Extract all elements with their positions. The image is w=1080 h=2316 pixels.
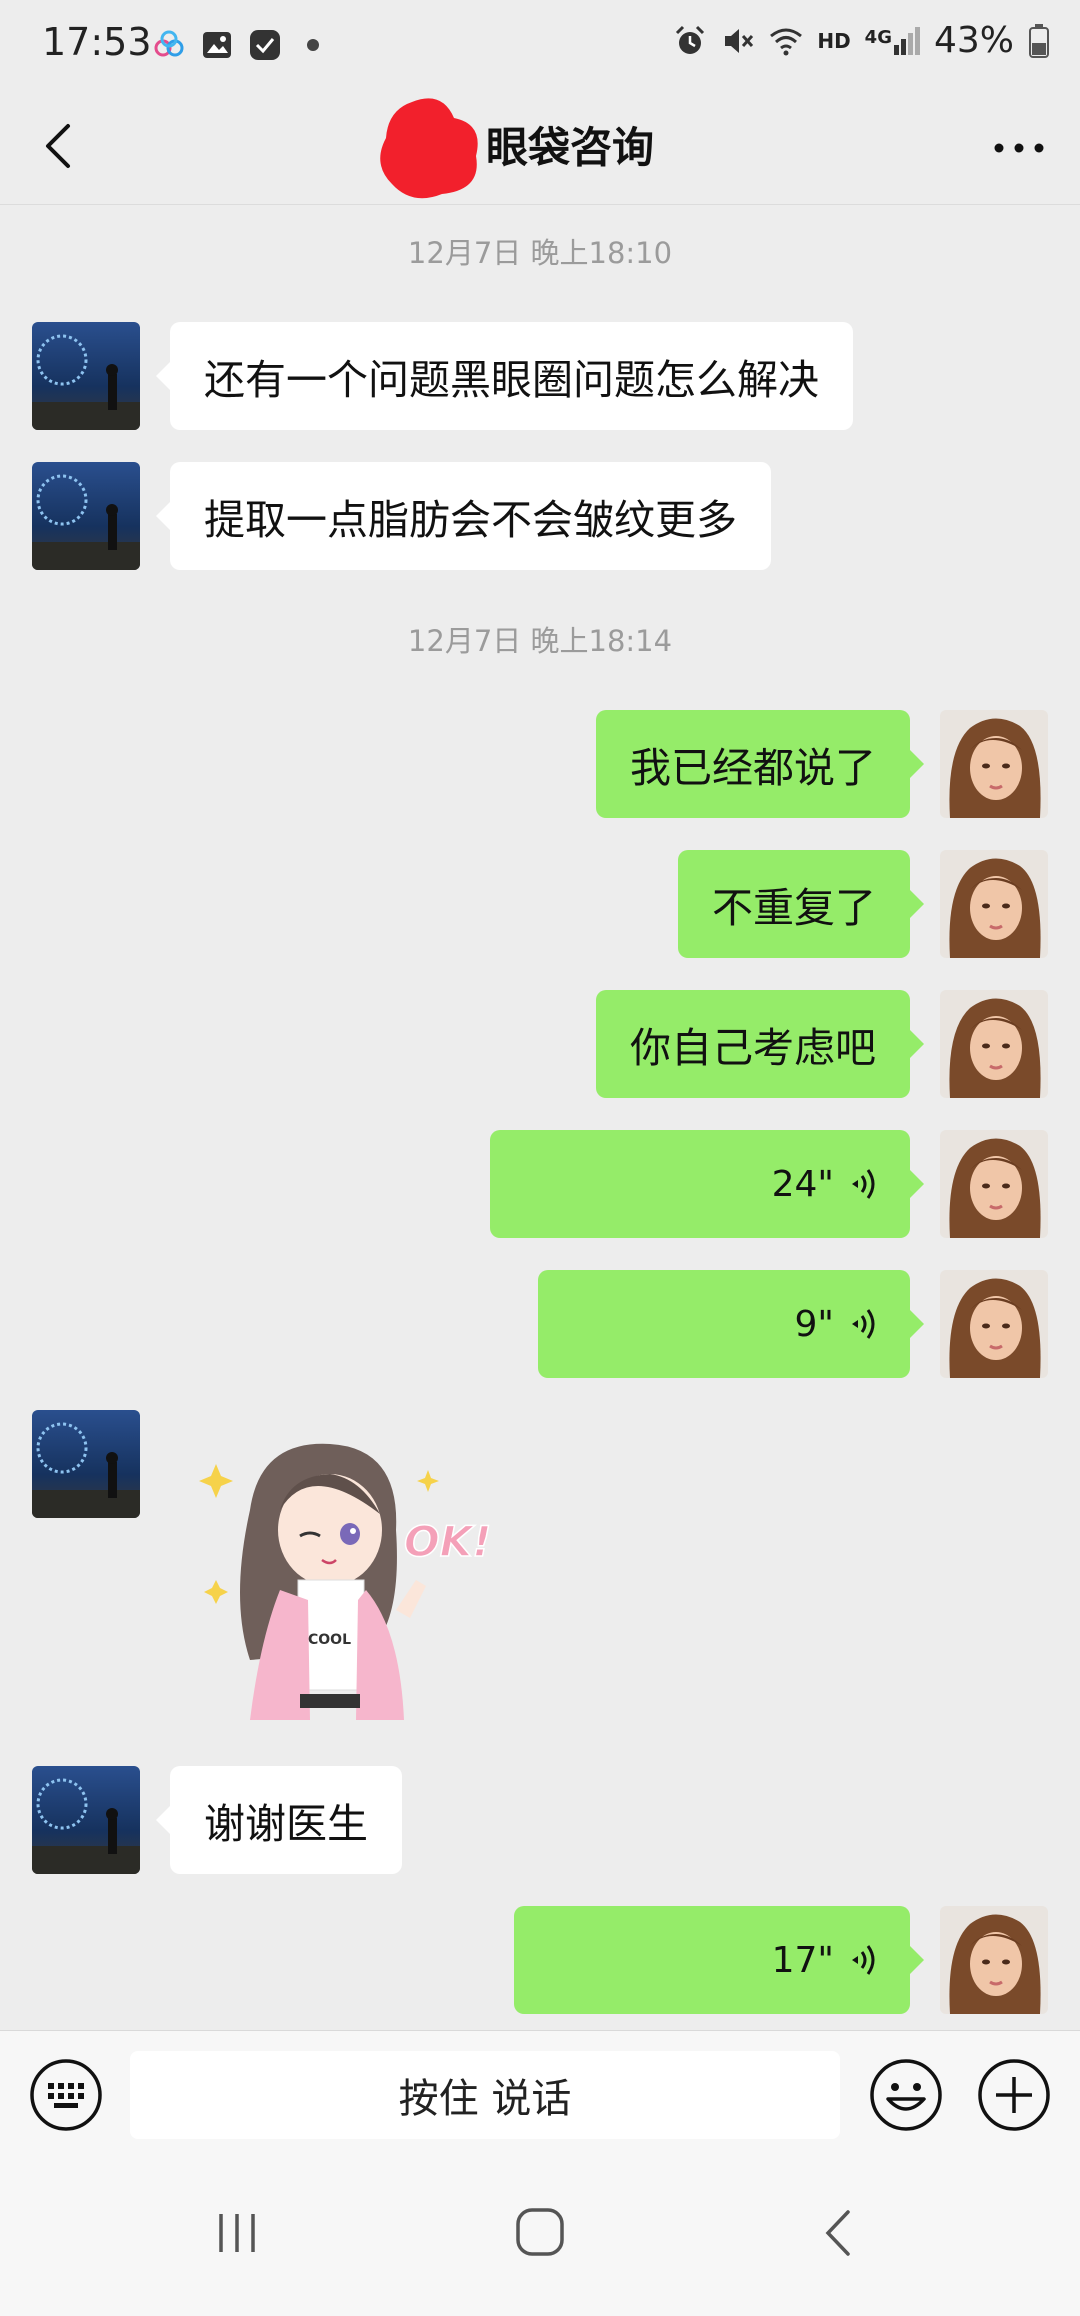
contact-avatar[interactable] — [32, 462, 140, 570]
chat-header: 眼袋咨询 — [0, 88, 1080, 205]
cloud-icon — [154, 30, 184, 57]
my-avatar[interactable] — [940, 1270, 1048, 1378]
voice-duration: 17" — [771, 1939, 834, 1981]
battery-percent: 43% — [933, 20, 1014, 61]
message-bubble[interactable]: 提取一点脂肪会不会皱纹更多 — [156, 462, 771, 570]
input-bar: 按住 说话 — [0, 2030, 1080, 2159]
hold-to-talk-button[interactable]: 按住 说话 — [130, 2051, 840, 2139]
voice-duration: 9" — [794, 1303, 834, 1345]
chat-area[interactable]: 12月7日 晚上18:10 还有一个问题黑眼圈问题怎么解决 提取一点脂肪会不会皱… — [0, 204, 1080, 2030]
more-options-icon[interactable] — [984, 118, 1054, 178]
timestamp: 12月7日 晚上18:14 — [407, 624, 673, 658]
keyboard-icon[interactable] — [28, 2057, 104, 2133]
chat-title: 眼袋咨询 — [485, 123, 654, 172]
sticker-ok-text: OK! — [404, 1517, 491, 1566]
app-check-icon — [250, 30, 280, 60]
contact-avatar[interactable] — [32, 1766, 140, 1874]
system-nav-bar — [0, 2158, 1080, 2316]
voice-message[interactable]: 24" — [490, 1130, 924, 1238]
ok-sticker[interactable]: COOL OK! — [190, 1430, 500, 1736]
voice-wave-icon — [852, 1169, 875, 1199]
hd-icon: HD — [817, 28, 851, 53]
voice-message[interactable]: 9" — [538, 1270, 924, 1378]
sticker-shirt-text: COOL — [308, 1632, 351, 1648]
my-avatar[interactable] — [940, 850, 1048, 958]
timestamp: 12月7日 晚上18:10 — [407, 236, 673, 270]
status-time: 17:53 — [42, 20, 152, 64]
dot-icon — [307, 39, 319, 51]
voice-wave-icon — [852, 1309, 875, 1339]
message-bubble[interactable]: 谢谢医生 — [156, 1766, 402, 1874]
wifi-icon — [770, 28, 803, 55]
signal-4g-icon: 4G — [865, 26, 920, 55]
my-avatar[interactable] — [940, 990, 1048, 1098]
recent-apps-icon[interactable] — [212, 2208, 262, 2258]
message-bubble[interactable]: 不重复了 — [678, 850, 924, 958]
my-avatar[interactable] — [940, 1906, 1048, 2014]
contact-avatar[interactable] — [32, 322, 140, 430]
voice-duration: 24" — [771, 1163, 834, 1205]
contact-avatar[interactable] — [32, 1410, 140, 1518]
alarm-icon — [676, 25, 705, 54]
message-bubble[interactable]: 还有一个问题黑眼圈问题怎么解决 — [156, 322, 853, 430]
gallery-icon — [203, 32, 231, 58]
home-icon[interactable] — [512, 2204, 568, 2260]
mute-icon — [725, 28, 754, 53]
plus-icon[interactable] — [976, 2057, 1052, 2133]
voice-wave-icon — [852, 1945, 875, 1975]
my-avatar[interactable] — [940, 710, 1048, 818]
message-bubble[interactable]: 你自己考虑吧 — [596, 990, 924, 1098]
voice-message[interactable]: 17" — [514, 1906, 924, 2014]
message-bubble[interactable]: 我已经都说了 — [596, 710, 924, 818]
my-avatar[interactable] — [940, 1130, 1048, 1238]
emoji-icon[interactable] — [868, 2057, 944, 2133]
battery-icon — [1029, 23, 1049, 58]
status-bar: 17:53 HD 4G 43% — [0, 0, 1080, 88]
nav-back-icon[interactable] — [818, 2206, 858, 2260]
